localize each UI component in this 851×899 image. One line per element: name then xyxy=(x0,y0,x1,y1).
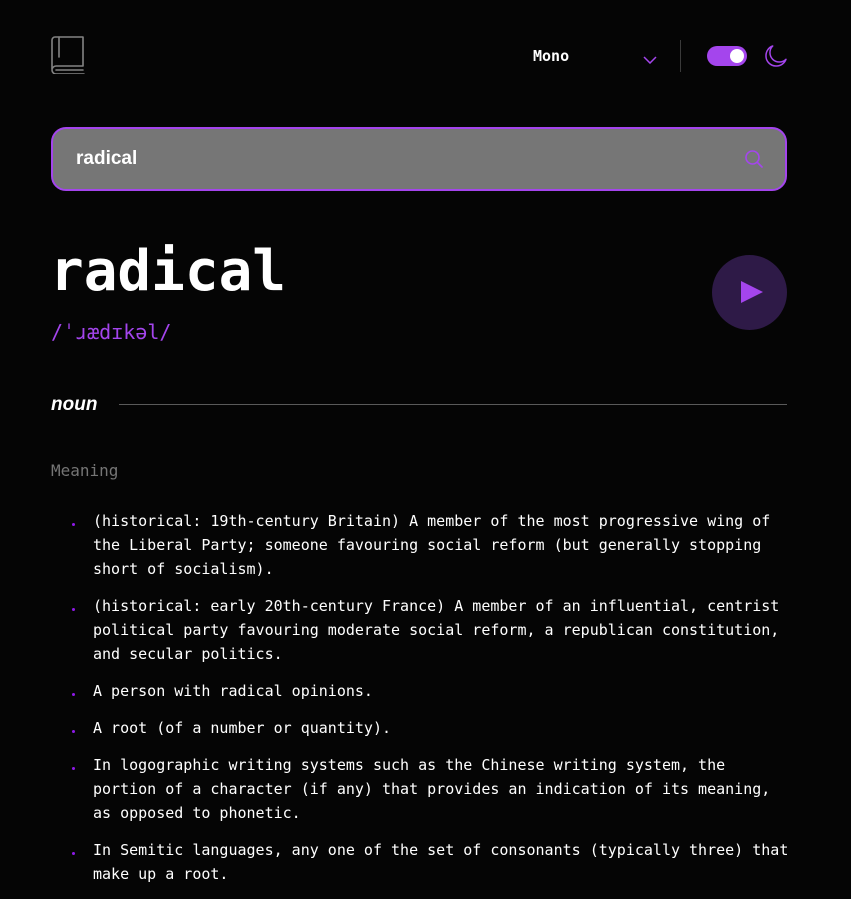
book-icon xyxy=(51,36,87,76)
font-family-select[interactable]: Mono xyxy=(533,44,657,68)
part-of-speech: noun xyxy=(51,394,98,415)
definition-item: In logographic writing systems such as t… xyxy=(72,753,792,825)
definition-text: A person with radical opinions. xyxy=(93,682,373,700)
bullet xyxy=(72,693,75,696)
phonetic-text: /ˈɹædɪkəl/ xyxy=(51,320,172,344)
bullet xyxy=(72,730,75,733)
bullet xyxy=(72,608,75,611)
theme-toggle[interactable] xyxy=(707,46,747,66)
moon-icon[interactable] xyxy=(765,45,787,71)
definition-item: (historical: early 20th-century France) … xyxy=(72,594,792,666)
definition-item: (historical: 19th-century Britain) A mem… xyxy=(72,509,792,581)
play-pronunciation-button[interactable] xyxy=(712,255,787,330)
part-of-speech-divider xyxy=(119,404,787,405)
definition-text: (historical: 19th-century Britain) A mem… xyxy=(93,512,771,578)
bullet xyxy=(72,767,75,770)
search-bar xyxy=(51,127,787,191)
chevron-down-icon xyxy=(643,49,657,68)
theme-toggle-knob xyxy=(730,49,744,63)
search-input[interactable] xyxy=(76,129,716,189)
search-icon[interactable] xyxy=(745,150,763,172)
definition-text: A root (of a number or quantity). xyxy=(93,719,392,737)
definition-item: A root (of a number or quantity). xyxy=(72,716,792,740)
definition-text: In Semitic languages, any one of the set… xyxy=(93,841,789,883)
part-of-speech-row: noun xyxy=(51,393,787,417)
definitions-list: (historical: 19th-century Britain) A mem… xyxy=(72,509,792,899)
bullet xyxy=(72,852,75,855)
header: Mono xyxy=(51,36,787,76)
definition-item: In Semitic languages, any one of the set… xyxy=(72,838,792,886)
font-family-label: Mono xyxy=(533,47,570,65)
bullet xyxy=(72,523,75,526)
header-divider xyxy=(680,40,681,72)
word-title: radical xyxy=(50,239,287,304)
definition-item: A person with radical opinions. xyxy=(72,679,792,703)
meaning-label: Meaning xyxy=(51,461,119,480)
definition-text: (historical: early 20th-century France) … xyxy=(93,597,780,663)
play-icon xyxy=(741,281,763,303)
definition-text: In logographic writing systems such as t… xyxy=(93,756,771,822)
